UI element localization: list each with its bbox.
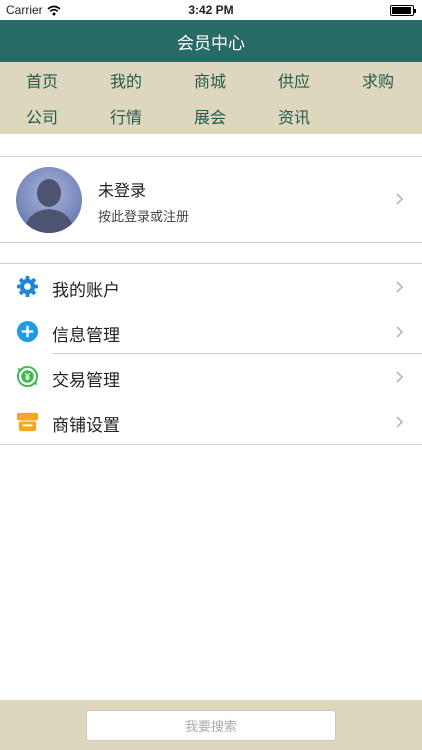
category-mine[interactable]: 我的 [84, 62, 168, 98]
divider [0, 242, 422, 243]
menu-label: 信息管理 [52, 326, 120, 346]
login-hint: 按此登录或注册 [98, 210, 190, 225]
chevron-right-icon [396, 371, 404, 383]
category-exhibition[interactable]: 展会 [168, 98, 252, 134]
chevron-right-icon [396, 193, 404, 205]
menu-item-account[interactable]: 我的账户 [0, 264, 422, 309]
plus-circle-icon [16, 320, 39, 343]
chevron-right-icon [396, 281, 404, 293]
chevron-right-icon [396, 416, 404, 428]
menu-label: 交易管理 [52, 371, 120, 391]
category-home[interactable]: 首页 [0, 62, 84, 98]
divider [0, 444, 422, 445]
user-silhouette-icon [16, 167, 82, 233]
shop-icon [16, 412, 39, 432]
status-time: 3:42 PM [188, 3, 234, 17]
category-mall[interactable]: 商城 [168, 62, 252, 98]
bottom-search-bar: 我要搜索 [0, 700, 422, 750]
login-status: 未登录 [98, 181, 147, 200]
yuan-exchange-icon [16, 365, 39, 388]
menu-label: 我的账户 [52, 281, 120, 301]
chevron-right-icon [396, 326, 404, 338]
category-supply[interactable]: 供应 [252, 62, 336, 98]
category-market[interactable]: 行情 [84, 98, 168, 134]
gear-icon [16, 275, 39, 298]
avatar [16, 167, 82, 233]
navigation-bar: 会员中心 [0, 20, 422, 62]
category-news[interactable]: 资讯 [252, 98, 336, 134]
menu-item-info[interactable]: 信息管理 [0, 309, 422, 354]
battery-icon [390, 5, 416, 16]
menu-item-trade[interactable]: 交易管理 [0, 354, 422, 399]
login-row[interactable]: 未登录 按此登录或注册 [0, 157, 422, 242]
category-company[interactable]: 公司 [0, 98, 84, 134]
search-input[interactable]: 我要搜索 [86, 710, 336, 741]
menu-label: 商铺设置 [52, 416, 120, 436]
menu-item-shop[interactable]: 商铺设置 [0, 399, 422, 444]
page-title: 会员中心 [177, 33, 245, 54]
status-bar: Carrier 3:42 PM [0, 0, 422, 20]
category-purchase[interactable]: 求购 [336, 62, 420, 98]
category-bar: 首页 我的 商城 供应 求购 公司 行情 展会 资讯 [0, 62, 422, 134]
